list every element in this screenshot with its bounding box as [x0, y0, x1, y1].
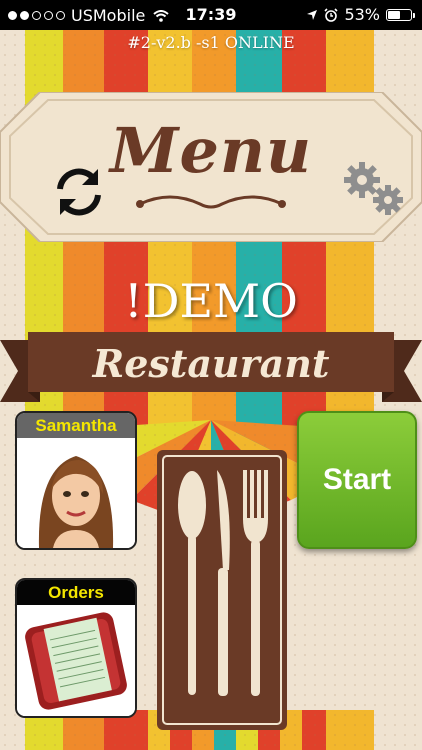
status-right: 53%	[306, 5, 415, 24]
waiter-avatar	[17, 438, 135, 548]
gear-icon[interactable]	[342, 160, 408, 222]
waiter-name: Samantha	[17, 413, 135, 438]
restaurant-name: !DEMO	[124, 274, 298, 328]
alarm-icon	[324, 7, 339, 22]
orders-label: Orders	[17, 580, 135, 605]
restaurant-subtitle: Restaurant	[92, 341, 330, 386]
start-button[interactable]: Start	[297, 411, 417, 549]
orders-card[interactable]: Orders	[15, 578, 137, 718]
location-icon	[307, 9, 318, 20]
cutlery-icon	[157, 450, 287, 730]
waiter-card[interactable]: Samantha	[15, 411, 137, 550]
refresh-icon[interactable]	[50, 163, 108, 221]
status-bar: USMobile 17:39 53%	[0, 0, 422, 30]
order-tray-icon	[17, 605, 135, 716]
battery-percent: 53%	[344, 5, 380, 24]
version-label: #2-v2.b -s1 ONLINE	[127, 33, 295, 52]
battery-icon	[386, 8, 415, 21]
